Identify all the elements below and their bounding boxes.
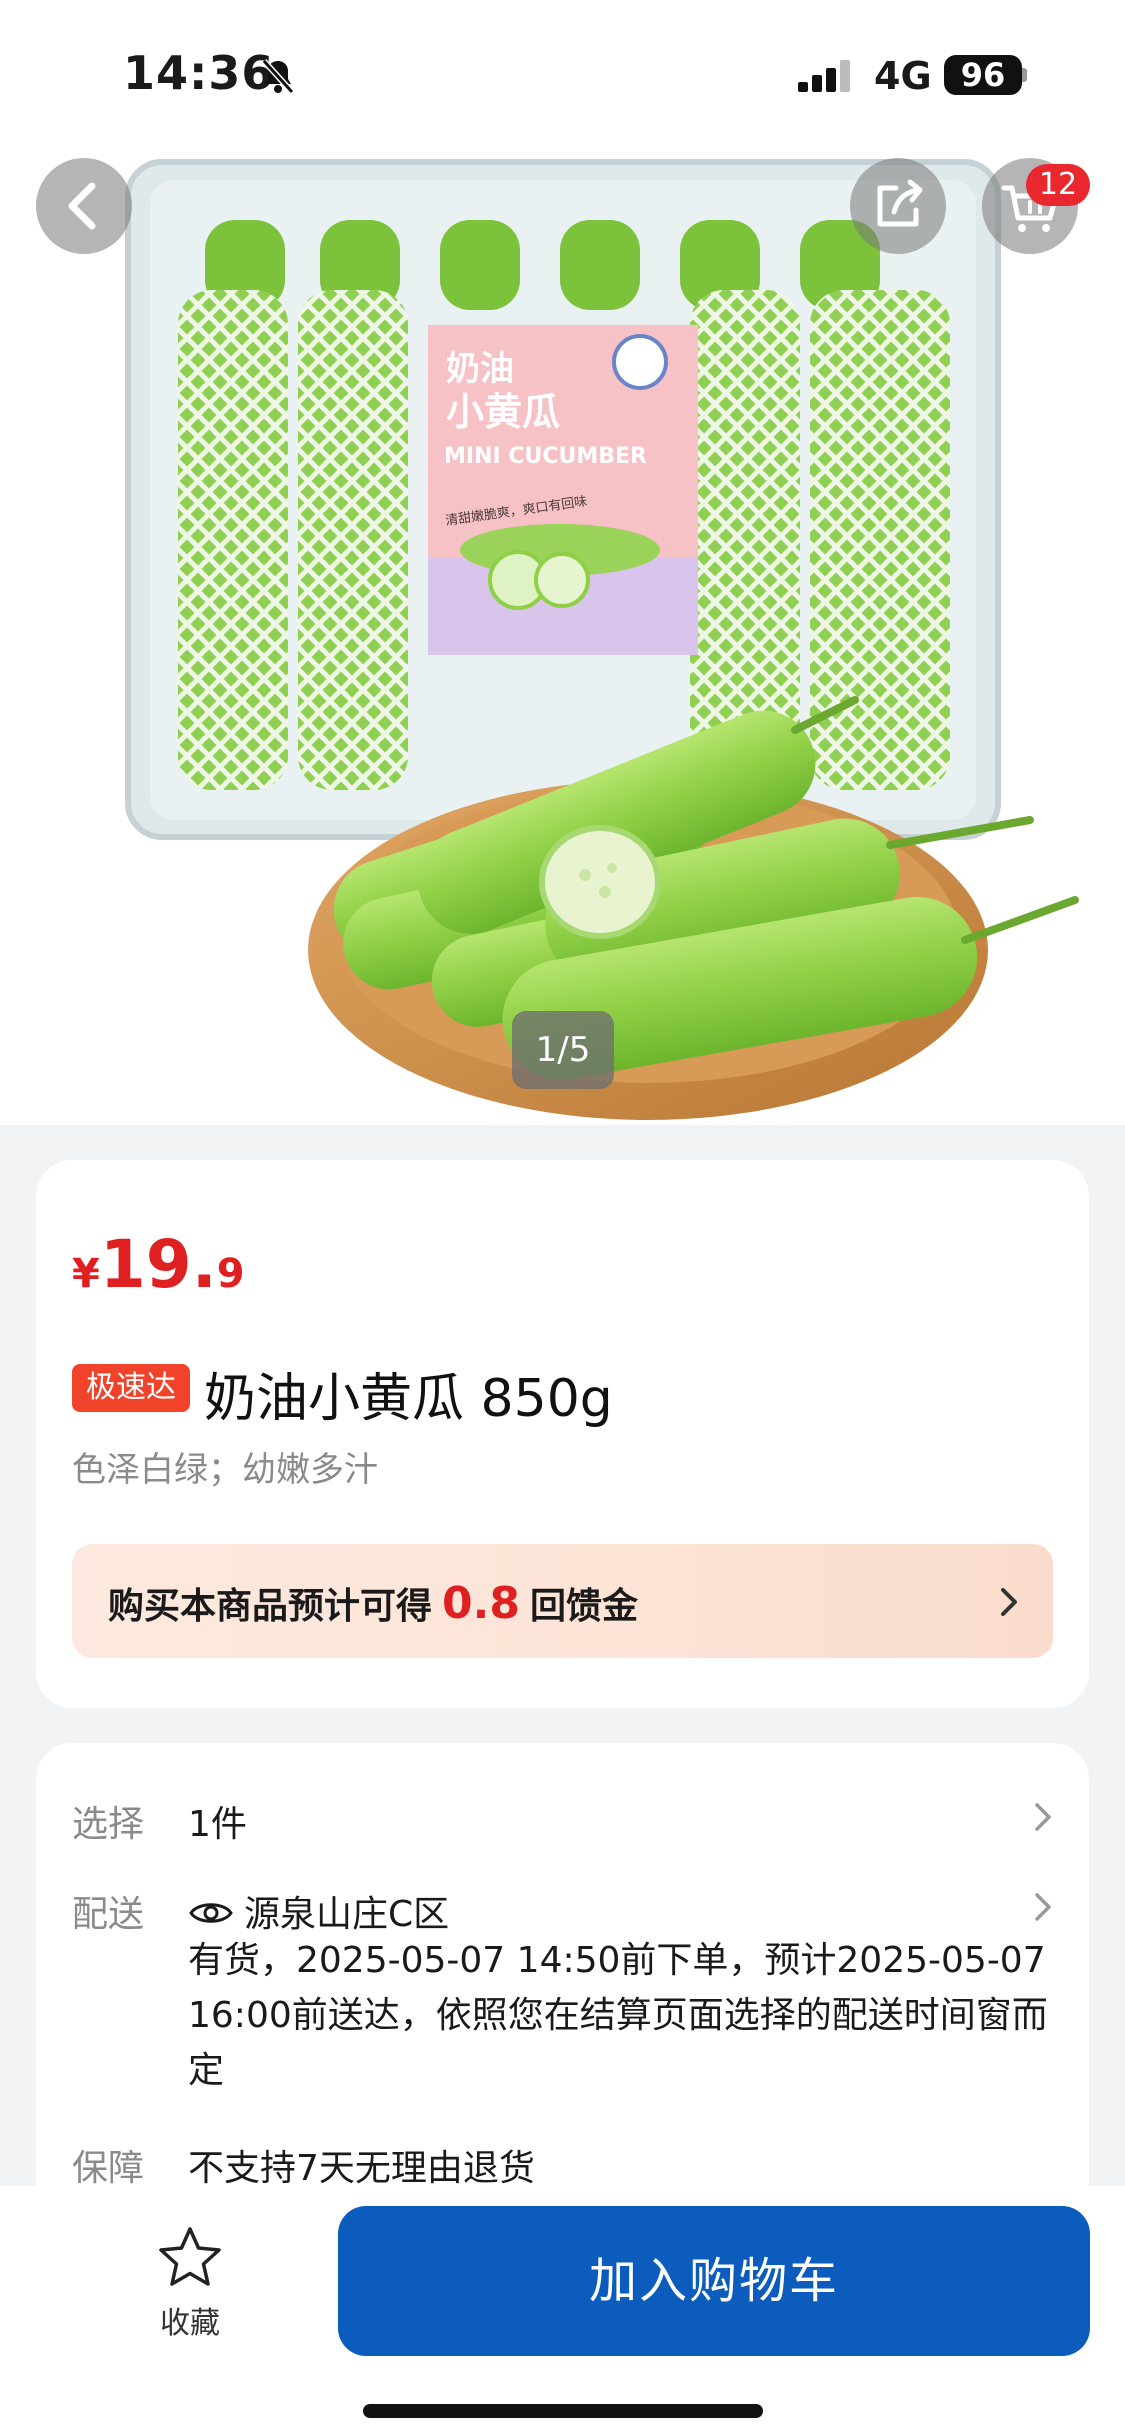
favorite-label: 收藏: [160, 2306, 220, 2341]
signal-icon: [798, 60, 850, 92]
price-currency: ¥: [72, 1251, 100, 1297]
network-type: 4G: [874, 54, 932, 98]
cucumber-product-photo: 奶油 小黄瓜 MINI CUCUMBER 清甜嫩脆爽，爽口有回味: [125, 159, 1079, 1120]
select-value: 1件: [188, 1804, 247, 1845]
chevron-right-icon: [1035, 1803, 1051, 1831]
status-time: 14:36: [123, 46, 275, 100]
favorite-button[interactable]: 收藏: [140, 2224, 240, 2342]
product-summary-card: ¥19.9 极速达 奶油小黄瓜 850g 色泽白绿；幼嫩多汁 购买本商品预计可得…: [36, 1160, 1089, 1708]
product-subtitle: 色泽白绿；幼嫩多汁: [72, 1450, 378, 1490]
rebate-text: 购买本商品预计可得 0.8 回馈金: [108, 1577, 638, 1629]
select-label: 选择: [72, 1804, 145, 1845]
product-title: 奶油小黄瓜 850g: [204, 1369, 613, 1429]
delivery-address-line: 源泉山庄C区: [188, 1885, 449, 1937]
status-bar: 14:36 4G 96: [0, 0, 1125, 140]
rebate-prefix: 购买本商品预计可得: [108, 1586, 433, 1627]
delivery-address: 源泉山庄C区: [244, 1894, 450, 1935]
battery-tip: [1022, 68, 1027, 82]
share-icon: [877, 179, 923, 227]
label-line2: 小黄瓜: [446, 390, 560, 434]
bell-slash-icon: [261, 58, 295, 95]
guarantee-label: 保障: [72, 2148, 145, 2189]
back-button[interactable]: [36, 158, 132, 254]
label-line1: 奶油: [446, 349, 514, 389]
chevron-right-icon: [1035, 1893, 1051, 1921]
eye-icon: [189, 1903, 233, 1923]
rebate-banner[interactable]: 购买本商品预计可得 0.8 回馈金: [72, 1544, 1053, 1658]
cart-count-badge: 12: [1026, 164, 1090, 206]
star-icon: [159, 2227, 221, 2286]
battery-level: 96: [944, 55, 1022, 95]
bottom-action-bar: 收藏 加入购物车: [0, 2186, 1125, 2436]
price-integer: 19.: [99, 1226, 217, 1303]
back-arrow-icon: [68, 182, 96, 230]
add-to-cart-button[interactable]: 加入购物车: [338, 2206, 1090, 2356]
guarantee-value: 不支持7天无理由退货: [188, 2148, 535, 2189]
home-indicator: [363, 2404, 763, 2418]
rebate-suffix: 回馈金: [529, 1586, 638, 1627]
rebate-amount: 0.8: [442, 1578, 520, 1629]
product-price: ¥19.9: [72, 1226, 245, 1303]
express-delivery-badge: 极速达: [72, 1364, 190, 1412]
label-english: MINI CUCUMBER: [444, 444, 647, 469]
image-pager: 1/5: [512, 1011, 614, 1089]
share-button[interactable]: [850, 158, 946, 254]
price-decimal: 9: [216, 1251, 245, 1297]
delivery-detail: 有货，2025-05-07 14:50前下单，预计2025-05-07 16:0…: [188, 1940, 1048, 2091]
delivery-label: 配送: [72, 1894, 145, 1935]
chevron-right-icon: [1001, 1588, 1017, 1616]
product-image-carousel[interactable]: 奶油 小黄瓜 MINI CUCUMBER 清甜嫩脆爽，爽口有回味: [0, 140, 1125, 1125]
